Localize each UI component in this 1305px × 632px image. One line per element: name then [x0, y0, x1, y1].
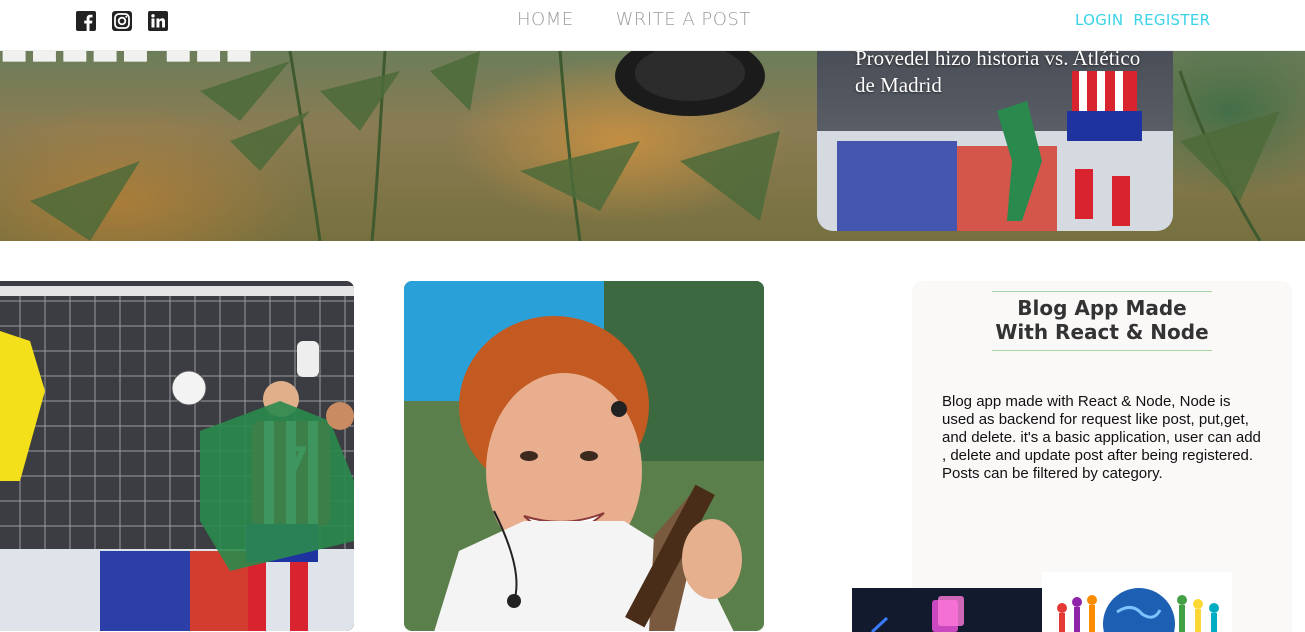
social-links: [75, 10, 169, 32]
login-link[interactable]: LOGIN: [1075, 11, 1123, 29]
facebook-icon: [76, 11, 96, 31]
post-image-football[interactable]: 7: [0, 281, 354, 631]
nav-home-link[interactable]: HOME: [517, 9, 574, 30]
nav-write-post-link[interactable]: WRITE A POST: [616, 9, 751, 30]
sidebar-image-music[interactable]: [852, 588, 1042, 632]
music-thumbnail: [852, 588, 1042, 632]
football-photo: 7: [0, 281, 354, 631]
linkedin-icon: [148, 11, 168, 31]
instagram-link[interactable]: [111, 10, 133, 32]
post-image-singer[interactable]: [404, 281, 764, 631]
sidebar-description: Blog app made with React & Node, Node is…: [942, 393, 1261, 482]
banner-title-fragment: ▬▬▬▬▬ ▬▬▬: [0, 51, 256, 72]
register-link[interactable]: REGISTER: [1133, 11, 1210, 29]
sidebar-title: Blog App Made With React & Node: [992, 291, 1212, 351]
singer-photo: [404, 281, 764, 631]
top-navbar: HOME WRITE A POST LOGIN REGISTER: [0, 0, 1305, 51]
featured-post-title[interactable]: Provedel hizo historia vs. Atlético de M…: [855, 51, 1155, 99]
main-nav: HOME WRITE A POST: [517, 9, 751, 30]
globe-people-thumbnail: [1042, 572, 1232, 632]
facebook-link[interactable]: [75, 10, 97, 32]
featured-post-card[interactable]: Provedel hizo historia vs. Atlético de M…: [817, 51, 1173, 231]
sidebar-image-globe[interactable]: [1042, 572, 1232, 632]
auth-links: LOGIN REGISTER: [1075, 11, 1210, 29]
linkedin-link[interactable]: [147, 10, 169, 32]
instagram-icon: [112, 11, 132, 31]
